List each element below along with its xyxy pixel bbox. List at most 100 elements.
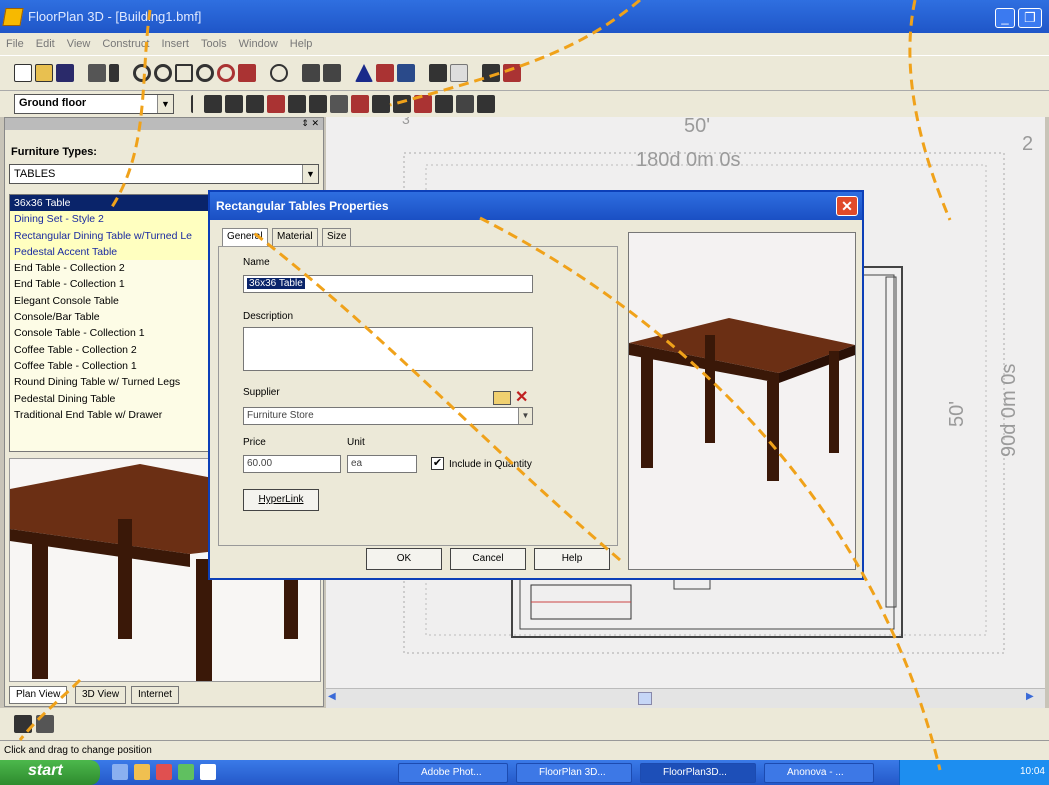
menu-view[interactable]: View — [67, 38, 91, 50]
task-floorplan-1[interactable]: FloorPlan 3D... — [516, 763, 632, 783]
pointer-icon[interactable] — [191, 95, 201, 113]
print-icon[interactable] — [88, 64, 106, 82]
building-icon[interactable] — [302, 64, 320, 82]
status-text: Click and drag to change position — [4, 745, 152, 756]
floor-select-value: Ground floor — [19, 97, 87, 109]
scroll-right-icon[interactable]: ▶ — [1026, 691, 1034, 702]
furniture-icon[interactable] — [330, 95, 348, 113]
stairs-icon[interactable] — [429, 64, 447, 82]
quicklaunch-icon[interactable] — [134, 764, 150, 780]
ok-button[interactable]: OK — [366, 548, 442, 570]
zoom-fit-icon[interactable] — [238, 64, 256, 82]
delete-icon[interactable]: ✕ — [515, 387, 528, 407]
cancel-button[interactable]: Cancel — [450, 548, 526, 570]
menu-edit[interactable]: Edit — [36, 38, 55, 50]
dialog-titlebar[interactable]: Rectangular Tables Properties — [210, 192, 862, 220]
hyperlink-button[interactable]: HyperLink — [243, 489, 319, 511]
room-icon[interactable] — [267, 95, 285, 113]
minimize-button[interactable]: _ — [995, 8, 1015, 28]
plant-icon[interactable] — [372, 95, 390, 113]
floor-select[interactable]: Ground floor ▼ — [14, 94, 174, 114]
menu-file[interactable]: File — [6, 38, 24, 50]
tab-size[interactable]: Size — [322, 228, 352, 246]
tab-plan-view[interactable]: Plan View — [9, 686, 68, 704]
fence-icon[interactable] — [288, 95, 306, 113]
zoom-in-icon[interactable] — [133, 64, 151, 82]
name-input[interactable]: 36x36 Table — [243, 275, 533, 293]
task-floorplan-2[interactable]: FloorPlan3D... — [640, 763, 756, 783]
restore-button[interactable]: ❐ — [1018, 8, 1042, 28]
railing-icon[interactable] — [309, 95, 327, 113]
open-icon[interactable] — [35, 64, 53, 82]
start-button[interactable]: start — [0, 760, 100, 785]
zoom-previous-icon[interactable] — [217, 64, 235, 82]
render-icon[interactable] — [482, 64, 500, 82]
cancel-label: Cancel — [472, 553, 504, 564]
tab-3d-view[interactable]: 3D View — [75, 686, 127, 704]
material-icon[interactable] — [397, 64, 415, 82]
menu-insert[interactable]: Insert — [161, 38, 189, 50]
grid-icon[interactable] — [450, 64, 468, 82]
scroll-thumb[interactable] — [638, 692, 652, 705]
house-icon[interactable] — [36, 715, 54, 733]
paint-icon[interactable] — [376, 64, 394, 82]
description-textarea[interactable] — [243, 327, 533, 371]
window-icon[interactable] — [246, 95, 264, 113]
menu-construct[interactable]: Construct — [102, 38, 149, 50]
house-icon[interactable] — [323, 64, 341, 82]
chevron-down-icon[interactable]: ▼ — [157, 95, 173, 113]
unit-input[interactable]: ea — [347, 455, 417, 473]
appliance-icon[interactable] — [351, 95, 369, 113]
tab-general[interactable]: General — [222, 228, 268, 246]
wall-icon[interactable] — [204, 95, 222, 113]
task-anonova[interactable]: Anonova - ... — [764, 763, 874, 783]
electric-icon[interactable] — [435, 95, 453, 113]
furniture-types-select[interactable]: TABLES ▼ — [9, 164, 319, 184]
quicklaunch-icon[interactable] — [112, 764, 128, 780]
furniture-types-value: TABLES — [14, 168, 56, 180]
corner-label-right: 2 — [1022, 133, 1034, 155]
menu-help[interactable]: Help — [290, 38, 313, 50]
building-icon[interactable] — [14, 715, 32, 733]
new-icon[interactable] — [14, 64, 32, 82]
refresh-icon[interactable] — [270, 64, 288, 82]
roof-icon[interactable] — [355, 64, 373, 82]
zoom-window-icon[interactable] — [175, 64, 193, 82]
zoom-extents-icon[interactable] — [196, 64, 214, 82]
panel-titlebar[interactable]: ⇕ ✕ — [5, 118, 323, 130]
include-quantity-checkbox[interactable]: ✔ — [431, 457, 444, 470]
dialog-title: Rectangular Tables Properties — [216, 199, 389, 213]
chevron-down-icon[interactable]: ▼ — [302, 165, 318, 183]
scroll-left-icon[interactable]: ◀ — [328, 691, 336, 702]
quicklaunch-icon[interactable] — [178, 764, 194, 780]
door-icon[interactable] — [225, 95, 243, 113]
help-button[interactable]: Help — [534, 548, 610, 570]
zoom-out-icon[interactable] — [154, 64, 172, 82]
text-icon[interactable] — [477, 95, 495, 113]
dimension-icon[interactable] — [456, 95, 474, 113]
close-icon[interactable]: ✕ — [836, 196, 858, 216]
help-icon[interactable] — [109, 64, 119, 82]
price-input[interactable]: 60.00 — [243, 455, 341, 473]
system-tray: 10:04 — [899, 760, 1049, 785]
light-icon[interactable] — [414, 95, 432, 113]
quicklaunch-icon[interactable] — [156, 764, 172, 780]
quicklaunch-icon[interactable] — [200, 764, 216, 780]
table-3d-image — [629, 318, 855, 481]
camera-icon[interactable] — [503, 64, 521, 82]
save-icon[interactable] — [56, 64, 74, 82]
chevron-down-icon[interactable]: ▼ — [518, 408, 532, 424]
menu-tools[interactable]: Tools — [201, 38, 227, 50]
tab-internet[interactable]: Internet — [131, 686, 179, 704]
status-bar: Click and drag to change position — [0, 740, 1049, 760]
cabinet-icon[interactable] — [393, 95, 411, 113]
supplier-select[interactable]: Furniture Store ▼ — [243, 407, 533, 425]
menu-window[interactable]: Window — [239, 38, 278, 50]
dimension-right: 50' — [946, 400, 968, 427]
horizontal-scrollbar[interactable]: ◀ ▶ — [326, 688, 1045, 708]
task-adobe-photoshop[interactable]: Adobe Phot... — [398, 763, 508, 783]
title-bar[interactable]: FloorPlan 3D - [Building1.bmf] _ ❐ — [0, 0, 1049, 33]
tab-material[interactable]: Material — [272, 228, 318, 246]
open-folder-icon[interactable] — [493, 391, 511, 405]
unit-label: Unit — [347, 437, 365, 448]
